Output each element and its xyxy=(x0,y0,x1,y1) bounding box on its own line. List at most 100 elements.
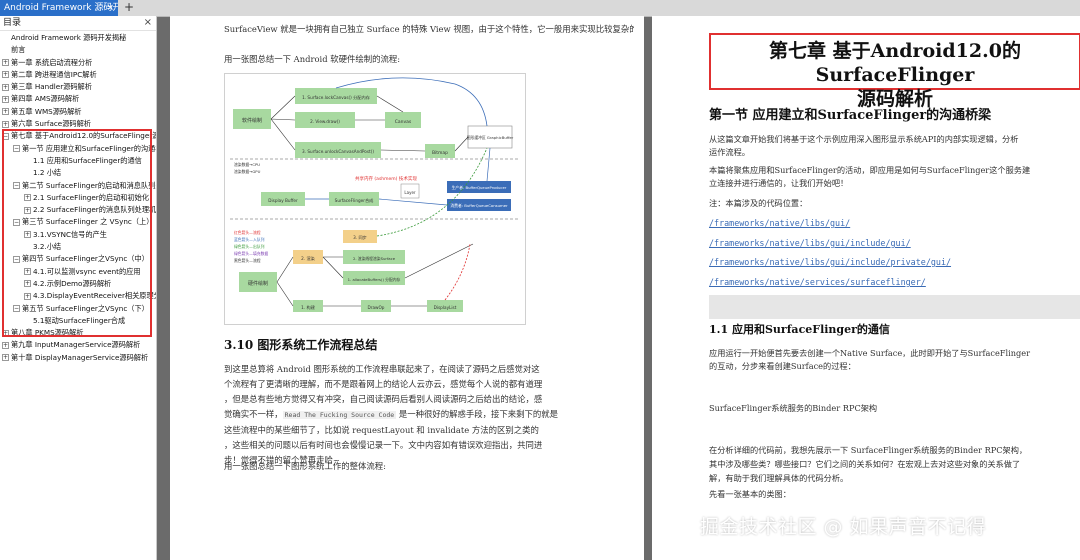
toc-item[interactable]: 1.2 小结 xyxy=(0,167,156,179)
chapter-title: 第七章 基于Android12.0的SurfaceFlinger 源码解析 xyxy=(769,40,1021,110)
link-libs-gui-include[interactable]: /frameworks/native/libs/gui/include/gui/ xyxy=(709,238,911,248)
producer-label: 生产者: BufferQueueProducer xyxy=(452,185,507,190)
link-libs-gui-private[interactable]: /frameworks/native/libs/gui/include/priv… xyxy=(709,257,951,267)
toc-item-label: 3.2.小结 xyxy=(33,242,62,252)
toc-item[interactable]: +2.2 SurfaceFlinger的消息队列处理机制 xyxy=(0,204,156,216)
toc-item-label: 第七章 基于Android12.0的SurfaceFlinger源码解析 xyxy=(11,131,156,141)
collapse-icon[interactable]: − xyxy=(2,132,9,140)
toc-item-label: 第三章 Handler源码解析 xyxy=(11,82,92,92)
step1-label: 1. Surface.lockCanvas() 分配内存 xyxy=(302,94,370,101)
expand-icon[interactable]: + xyxy=(24,292,31,300)
toc-item[interactable]: + 第三章 Handler源码解析 xyxy=(0,81,156,93)
toc-item-label: 4.3.DisplayEventReceiver相关原理分析 xyxy=(33,291,156,301)
expand-icon[interactable]: + xyxy=(24,206,31,214)
toc-item[interactable]: +4.3.DisplayEventReceiver相关原理分析 xyxy=(0,290,156,302)
toc-item[interactable]: − 第三节 SurfaceFlinger 之 VSync（上） xyxy=(0,216,156,228)
section-3-10-title: 3.10 图形系统工作流程总结 xyxy=(224,338,378,352)
toc-item[interactable]: +4.1.可以监测vsync event的应用 xyxy=(0,266,156,278)
toc-item[interactable]: +4.2.示例Demo源码解析 xyxy=(0,278,156,290)
toc-item-label: 第四章 AMS源码解析 xyxy=(11,94,80,104)
draw-flow-diagram: 软件绘制 1. Surface.lockCanvas() 分配内存 2. Vie… xyxy=(224,73,526,325)
toc-item-label: 1.2 小结 xyxy=(33,168,62,178)
toc-item[interactable]: Android Framework 源码开发揭秘 xyxy=(0,32,156,44)
expand-icon[interactable]: + xyxy=(24,268,31,276)
toc-item[interactable]: + 第二章 跨进程通信IPC解析 xyxy=(0,69,156,81)
intro-paragraph: SurfaceView 就是一块拥有自己独立 Surface 的特殊 View … xyxy=(224,22,634,37)
toc-item[interactable]: − 第五节 SurfaceFlinger之VSync（下） xyxy=(0,303,156,315)
code-location-note: 注：本篇涉及的代码位置： xyxy=(709,198,808,208)
expand-icon[interactable]: + xyxy=(2,329,9,337)
render-thread-label: 2. 渲染线程渲染Surface xyxy=(353,256,396,261)
canvas-label: Canvas xyxy=(395,119,412,125)
toc-item-label: 第五节 SurfaceFlinger之VSync（下） xyxy=(22,303,149,313)
toc-item[interactable]: −第七章 基于Android12.0的SurfaceFlinger源码解析 xyxy=(0,130,156,142)
toc-item[interactable]: +3.1.VSYNC信号的产生 xyxy=(0,229,156,241)
toc-item[interactable]: +2.1 SurfaceFlinger的启动和初始化 xyxy=(0,192,156,204)
collapse-icon[interactable]: − xyxy=(13,182,20,190)
toc-title: 目录 xyxy=(3,18,22,28)
toc-item[interactable]: + 第八章 PKMS源码解析 xyxy=(0,327,156,339)
link-surfaceflinger[interactable]: /frameworks/native/services/surfacefling… xyxy=(709,277,926,287)
tab-close-icon[interactable]: × xyxy=(106,0,114,16)
toc-item-label: 4.1.可以监测vsync event的应用 xyxy=(33,266,141,276)
expand-icon[interactable]: + xyxy=(2,83,9,91)
drawop-label: DrawOp xyxy=(368,305,385,310)
toc-item[interactable]: − 第四节 SurfaceFlinger之VSync（中） xyxy=(0,253,156,265)
toc-item[interactable]: + 第六章 Surface源码解析 xyxy=(0,118,156,130)
expand-icon[interactable]: + xyxy=(24,231,31,239)
toc-item[interactable]: 前言 xyxy=(0,44,156,56)
display-buffer-label: Display Buffer xyxy=(268,198,298,203)
expand-icon[interactable]: + xyxy=(2,341,9,349)
toc-tree: Android Framework 源码开发揭秘 前言 + 第一章 系统启动流程分析 +… xyxy=(0,31,156,364)
p1: 从这篇文章开始我们将基于这个示例应用深入图形显示系统API的内部实现逻辑，分析运… xyxy=(709,134,1019,157)
new-tab-icon[interactable]: + xyxy=(124,0,134,15)
expand-icon[interactable]: + xyxy=(24,280,31,288)
legend-green2: 绿色箭头—填充数据 xyxy=(234,251,268,256)
toc-item[interactable]: + 第四章 AMS源码解析 xyxy=(0,93,156,105)
build-label: 1. 构建 xyxy=(301,304,316,311)
link-libs-gui[interactable]: /frameworks/native/libs/gui/ xyxy=(709,218,850,228)
toc-item[interactable]: 3.2.小结 xyxy=(0,241,156,253)
toc-item[interactable]: − 第一节 应用建立和SurfaceFlinger的沟通桥梁 xyxy=(0,143,156,155)
toc-item-label: 第二章 跨进程通信IPC解析 xyxy=(11,69,97,79)
render-label: 2. 渲染 xyxy=(301,255,316,262)
collapse-icon[interactable]: − xyxy=(13,218,20,226)
close-icon[interactable]: × xyxy=(144,16,152,30)
binder-heading: SurfaceFlinger系统服务的Binder RPC架构 xyxy=(709,403,878,413)
para-line-3: ，但是总有些地方觉得又有冲突，自己阅读源码后看别人阅读源码之后给出的结论，感 xyxy=(224,394,543,404)
step3-label: 3. Surface.unlockCanvasAndPost() xyxy=(302,149,374,154)
software-draw-label: 软件绘制 xyxy=(242,117,262,124)
expand-icon[interactable]: + xyxy=(2,108,9,116)
expand-icon[interactable]: + xyxy=(2,120,9,128)
expand-icon[interactable]: + xyxy=(2,59,9,67)
summary-paragraph: 到这里总算将 Android 图形系统的工作流程串联起来了，在阅读了源码之后感觉… xyxy=(224,362,640,468)
document-tab[interactable]: Android Framework 源码开发 × xyxy=(0,0,118,16)
graphic-buffer-label: 图形缓冲区 GraphicBuffer xyxy=(467,135,514,140)
collapse-icon[interactable]: − xyxy=(13,255,20,263)
toc-sidebar: 目录 × Android Framework 源码开发揭秘 前言 + 第一章 系统启动… xyxy=(0,16,157,560)
tab-bar: Android Framework 源码开发 × + xyxy=(0,0,1080,17)
toc-item-label: 5.1驱动SurfaceFlinger合成 xyxy=(33,315,126,325)
toc-item-label: 第八章 PKMS源码解析 xyxy=(11,328,84,338)
expand-icon[interactable]: + xyxy=(2,354,9,362)
toc-item[interactable]: + 第九章 InputManagerService源码解析 xyxy=(0,339,156,351)
collapse-icon[interactable]: − xyxy=(13,305,20,313)
toc-item[interactable]: 5.1驱动SurfaceFlinger合成 xyxy=(0,315,156,327)
expand-icon[interactable]: + xyxy=(24,194,31,202)
toc-item[interactable]: + 第五章 WMS源码解析 xyxy=(0,106,156,118)
section1-title: 第一节 应用建立和SurfaceFlinger的沟通桥梁 xyxy=(709,108,992,123)
chapter-title-box: 第七章 基于Android12.0的SurfaceFlinger 源码解析 xyxy=(709,33,1080,110)
collapse-icon[interactable]: − xyxy=(13,145,20,153)
expand-icon[interactable]: + xyxy=(2,95,9,103)
legend-black: 黑色箭头—流程 xyxy=(234,258,261,263)
p3: 应用运行一开始便首先要去创建一个Native Surface，此时即开始了与Su… xyxy=(709,348,1030,371)
toc-item[interactable]: −第二节 SurfaceFlinger的启动和消息队列处理机制 xyxy=(0,180,156,192)
legend-red: 红色箭头—流程 xyxy=(234,230,261,235)
consumer-label: 消费者: BufferQueueConsumer xyxy=(450,203,508,208)
toc-item-label: 第二节 SurfaceFlinger的启动和消息队列处理机制 xyxy=(22,180,156,190)
toc-item[interactable]: 1.1 应用和SurfaceFlinger的通信 xyxy=(0,155,156,167)
expand-icon[interactable]: + xyxy=(2,71,9,79)
toc-item[interactable]: + 第一章 系统启动流程分析 xyxy=(0,57,156,69)
overall-flow-caption: 用一张图总结一下图形系统工作的整体流程: xyxy=(224,461,386,471)
toc-item[interactable]: + 第十章 DisplayManagerService源码解析 xyxy=(0,352,156,364)
